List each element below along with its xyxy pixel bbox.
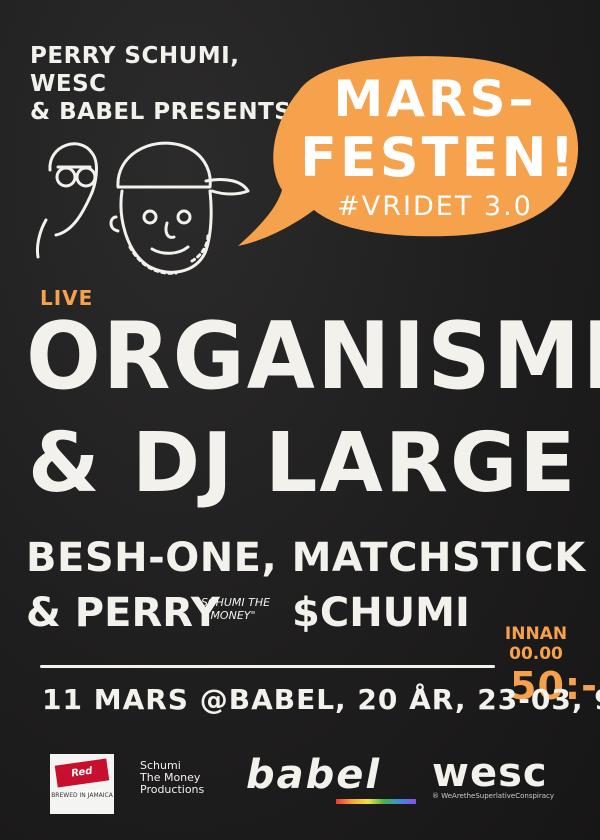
wesc-wordmark: wesc	[432, 750, 548, 796]
redstripe-logo: Red Stripe BREWED IN JAMAICA	[50, 754, 114, 814]
nickname-quote: "SCHUMI THE MONEY"	[188, 596, 278, 622]
divider-line	[40, 665, 495, 668]
support-acts-line-1: BESH-ONE, MATCHSTICK MEN	[26, 535, 600, 581]
early-entry-time: 00.00	[509, 644, 563, 664]
rainbow-stripe	[336, 799, 416, 804]
headliner-name: ORGANISMEN	[26, 302, 600, 411]
redstripe-tagline: BREWED IN JAMAICA	[51, 792, 113, 799]
schumi-productions-logo: Schumi The Money Productions	[140, 760, 220, 796]
wesc-logo: wesc ® WeAretheSuperlativeConspiracy	[432, 750, 562, 800]
event-details: 11 MARS @BABEL, 20 ÅR, 23-03, 90:-	[42, 683, 600, 716]
nickname-quote-line-2: MONEY"	[210, 609, 256, 622]
faces-illustration	[36, 141, 250, 275]
support-name-end: $CHUMI	[292, 590, 470, 636]
early-entry-info: INNAN 00.00	[496, 624, 576, 664]
event-title-line-2: FESTEN!	[300, 126, 578, 189]
event-hashtag: #VRIDET 3.0	[337, 191, 533, 222]
nickname-quote-line-1: "SCHUMI THE	[195, 596, 271, 609]
babel-logo: babel	[236, 752, 416, 812]
poster: PERRY SCHUMI, WESC & BABEL PRESENTS MARS…	[0, 0, 600, 840]
redstripe-wordmark: Red Stripe	[54, 758, 110, 802]
stm-line-3: Productions	[140, 783, 205, 796]
sponsor-logos: Red Stripe BREWED IN JAMAICA Schumi The …	[0, 740, 600, 840]
babel-wordmark: babel	[246, 752, 382, 798]
co-headliner-name: & DJ LARGE +	[28, 416, 600, 511]
early-entry-label: INNAN	[504, 624, 568, 644]
wesc-tagline: ® WeAretheSuperlativeConspiracy	[432, 792, 555, 800]
event-title-line-1: MARS–	[333, 70, 537, 128]
bubble-text: MARS– FESTEN! #VRIDET 3.0	[300, 70, 578, 226]
